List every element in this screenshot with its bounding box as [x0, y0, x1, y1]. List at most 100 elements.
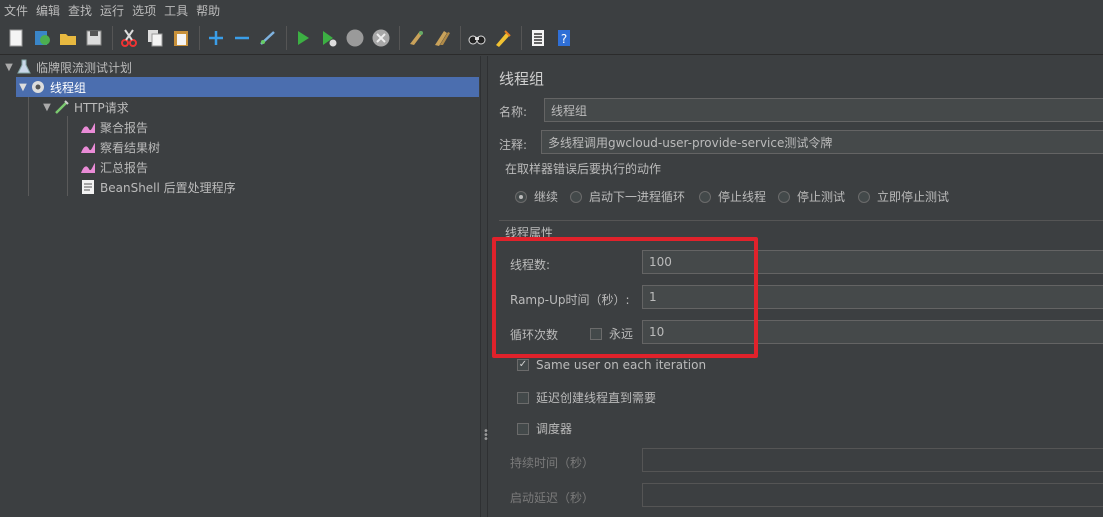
- startup-delay-field: [642, 483, 1103, 507]
- radio-label: 停止测试: [797, 190, 846, 204]
- chart-icon: [80, 119, 96, 135]
- name-field[interactable]: 线程组: [544, 98, 1103, 122]
- collapse-icon[interactable]: [230, 26, 254, 50]
- radio-label: 立即停止测试: [877, 190, 950, 204]
- reset-search-icon[interactable]: [491, 26, 515, 50]
- duration-label: 持续时间（秒）: [510, 456, 595, 470]
- page-title: 线程组: [499, 70, 545, 88]
- tree-label: HTTP请求: [74, 100, 129, 115]
- test-plan-tree: ▼ 临牌限流测试计划 ▼ 线程组 ▼ HTTP请求 聚合报告 察看结果树 汇总报…: [0, 56, 480, 517]
- radio-stop-thread[interactable]: 停止线程: [699, 188, 766, 205]
- svg-text:?: ?: [561, 32, 567, 46]
- split-pane-divider[interactable]: [480, 56, 488, 517]
- toggle-icon[interactable]: [256, 26, 280, 50]
- menu-run[interactable]: 运行: [96, 2, 128, 19]
- scheduler-checkbox[interactable]: 调度器: [517, 420, 572, 437]
- tree-guide-line: [67, 116, 68, 196]
- save-icon[interactable]: [82, 26, 106, 50]
- checkbox-indicator[interactable]: [517, 422, 529, 435]
- expand-icon[interactable]: [204, 26, 228, 50]
- radio-label: 停止线程: [718, 190, 767, 204]
- flask-icon: [16, 59, 32, 75]
- radio-indicator[interactable]: [515, 190, 527, 203]
- radio-continue[interactable]: 继续: [515, 188, 558, 205]
- tree-node-view-results-tree[interactable]: 察看结果树: [80, 137, 160, 157]
- thread-properties-group-border: [499, 220, 1103, 221]
- tree-node-thread-group[interactable]: ▼ 线程组: [16, 77, 479, 97]
- chevron-down-icon[interactable]: ▼: [2, 62, 16, 73]
- tree-label: 察看结果树: [100, 140, 161, 155]
- comment-label: 注释:: [499, 138, 528, 152]
- radio-label: 启动下一进程循环: [589, 190, 686, 204]
- new-icon[interactable]: [4, 26, 28, 50]
- copy-icon[interactable]: [143, 26, 167, 50]
- radio-start-next-loop[interactable]: 启动下一进程循环: [570, 188, 685, 205]
- menu-tools[interactable]: 工具: [160, 2, 192, 19]
- tree-node-http-request[interactable]: ▼ HTTP请求: [40, 97, 129, 117]
- help-icon[interactable]: ?: [552, 26, 576, 50]
- clear-all-icon[interactable]: [430, 26, 454, 50]
- toolbar-separator: [286, 25, 287, 50]
- tree-label: 线程组: [50, 80, 87, 95]
- gear-icon: [30, 79, 46, 95]
- tree-label: 汇总报告: [100, 160, 149, 175]
- paste-icon[interactable]: [169, 26, 193, 50]
- highlight-annotation-box: [492, 237, 758, 358]
- radio-stop-test[interactable]: 停止测试: [778, 188, 845, 205]
- radio-indicator[interactable]: [778, 190, 790, 203]
- menu-help[interactable]: 帮助: [192, 2, 224, 19]
- chart-icon: [80, 159, 96, 175]
- start-icon[interactable]: [291, 26, 315, 50]
- function-helper-icon[interactable]: [526, 26, 550, 50]
- document-icon: [80, 179, 96, 195]
- comment-field[interactable]: 多线程调用gwcloud-user-provide-service测试令牌: [541, 130, 1103, 154]
- tree-node-summary-report[interactable]: 汇总报告: [80, 157, 148, 177]
- menu-options[interactable]: 选项: [128, 2, 160, 19]
- start-no-pause-icon[interactable]: [317, 26, 341, 50]
- clear-icon[interactable]: [404, 26, 428, 50]
- menu-edit[interactable]: 编辑: [32, 2, 64, 19]
- checkbox-label: 调度器: [536, 422, 573, 436]
- radio-stop-test-now[interactable]: 立即停止测试: [858, 188, 949, 205]
- menu-file[interactable]: 文件: [0, 2, 32, 19]
- toolbar-separator: [199, 25, 200, 50]
- templates-icon[interactable]: [30, 26, 54, 50]
- radio-label: 继续: [534, 190, 559, 204]
- search-icon[interactable]: [465, 26, 489, 50]
- tree-label: 临牌限流测试计划: [36, 60, 133, 75]
- tree-label: BeanShell 后置处理程序: [100, 180, 236, 195]
- startup-delay-label: 启动延迟（秒）: [510, 491, 595, 505]
- radio-indicator[interactable]: [570, 190, 582, 203]
- menu-search[interactable]: 查找: [64, 2, 96, 19]
- same-user-checkbox[interactable]: ✓ Same user on each iteration: [517, 358, 706, 372]
- toolbar-separator: [460, 25, 461, 50]
- toolbar-separator: [521, 25, 522, 50]
- toolbar-separator: [112, 25, 113, 50]
- radio-indicator[interactable]: [699, 190, 711, 203]
- tree-label: 聚合报告: [100, 120, 149, 135]
- radio-indicator[interactable]: [858, 190, 870, 203]
- menu-bar: 文件 编辑 查找 运行 选项 工具 帮助: [0, 0, 1103, 20]
- stop-icon[interactable]: [343, 26, 367, 50]
- error-action-group-title: 在取样器错误后要执行的动作: [505, 162, 662, 176]
- checkmark-icon[interactable]: ✓: [517, 359, 529, 371]
- chart-icon: [80, 139, 96, 155]
- tree-node-beanshell[interactable]: BeanShell 后置处理程序: [80, 177, 236, 197]
- delay-thread-creation-checkbox[interactable]: 延迟创建线程直到需要: [517, 389, 656, 406]
- shutdown-icon[interactable]: [369, 26, 393, 50]
- toolbar: ?: [0, 21, 1103, 55]
- name-label: 名称:: [499, 105, 528, 119]
- chevron-down-icon[interactable]: ▼: [40, 102, 54, 113]
- checkbox-indicator[interactable]: [517, 391, 529, 404]
- pipette-icon: [54, 99, 70, 115]
- tree-guide-line: [28, 96, 29, 196]
- toolbar-separator: [399, 25, 400, 50]
- open-icon[interactable]: [56, 26, 80, 50]
- tree-node-test-plan[interactable]: ▼ 临牌限流测试计划: [2, 57, 132, 77]
- checkbox-label: Same user on each iteration: [536, 358, 707, 372]
- chevron-down-icon[interactable]: ▼: [16, 82, 30, 93]
- cut-icon[interactable]: [117, 26, 141, 50]
- tree-node-aggregate-report[interactable]: 聚合报告: [80, 117, 148, 137]
- duration-field: [642, 448, 1103, 472]
- checkbox-label: 延迟创建线程直到需要: [536, 391, 657, 405]
